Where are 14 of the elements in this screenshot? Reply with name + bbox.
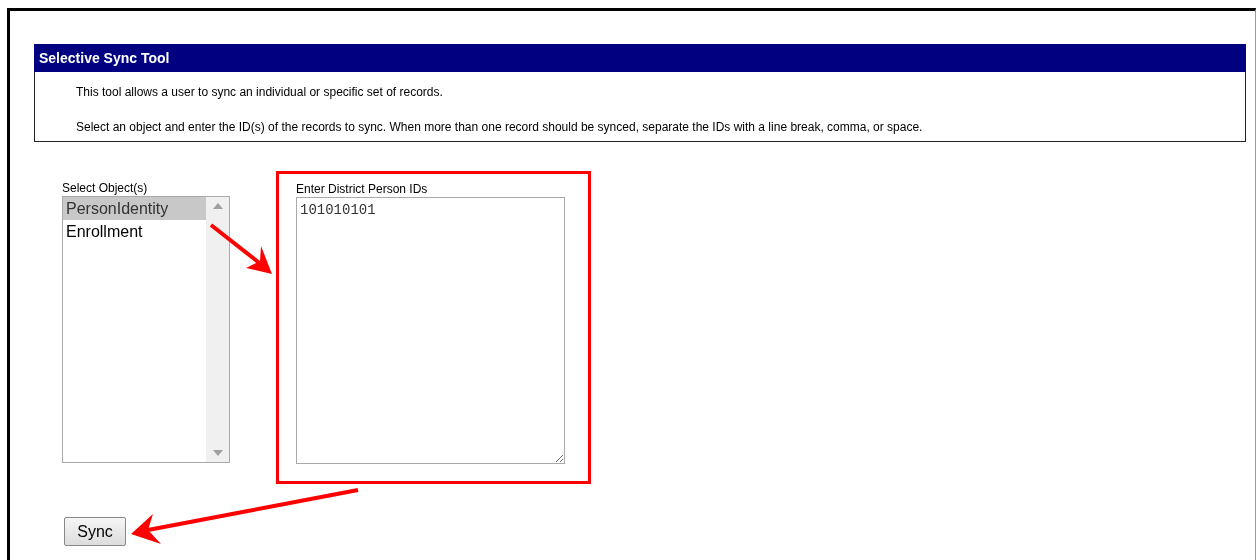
list-label: Select Object(s) bbox=[62, 180, 149, 196]
list-option[interactable]: Enrollment bbox=[63, 220, 206, 243]
sync-button[interactable]: Sync bbox=[64, 517, 126, 546]
arrow bbox=[209, 223, 272, 274]
ids-field[interactable]: 101010101 bbox=[296, 197, 565, 464]
object-listbox[interactable]: PersonIdentity Enrollment bbox=[62, 196, 230, 463]
scroll-up-icon[interactable] bbox=[212, 203, 223, 209]
list-option[interactable]: PersonIdentity bbox=[63, 197, 206, 220]
description-text: Select an object and enter the ID(s) of the records to sync. When more than one record should be synced, separate the IDs with a line break, comma, or space. bbox=[76, 120, 924, 135]
description-text: This tool allows a user to sync an individual or specific set of records. bbox=[76, 85, 444, 100]
scroll-down-icon[interactable] bbox=[212, 450, 223, 456]
panel-header: Selective Sync Tool bbox=[34, 44, 1246, 72]
scrollbar[interactable] bbox=[206, 197, 229, 462]
field-label: Enter District Person IDs bbox=[296, 181, 429, 197]
